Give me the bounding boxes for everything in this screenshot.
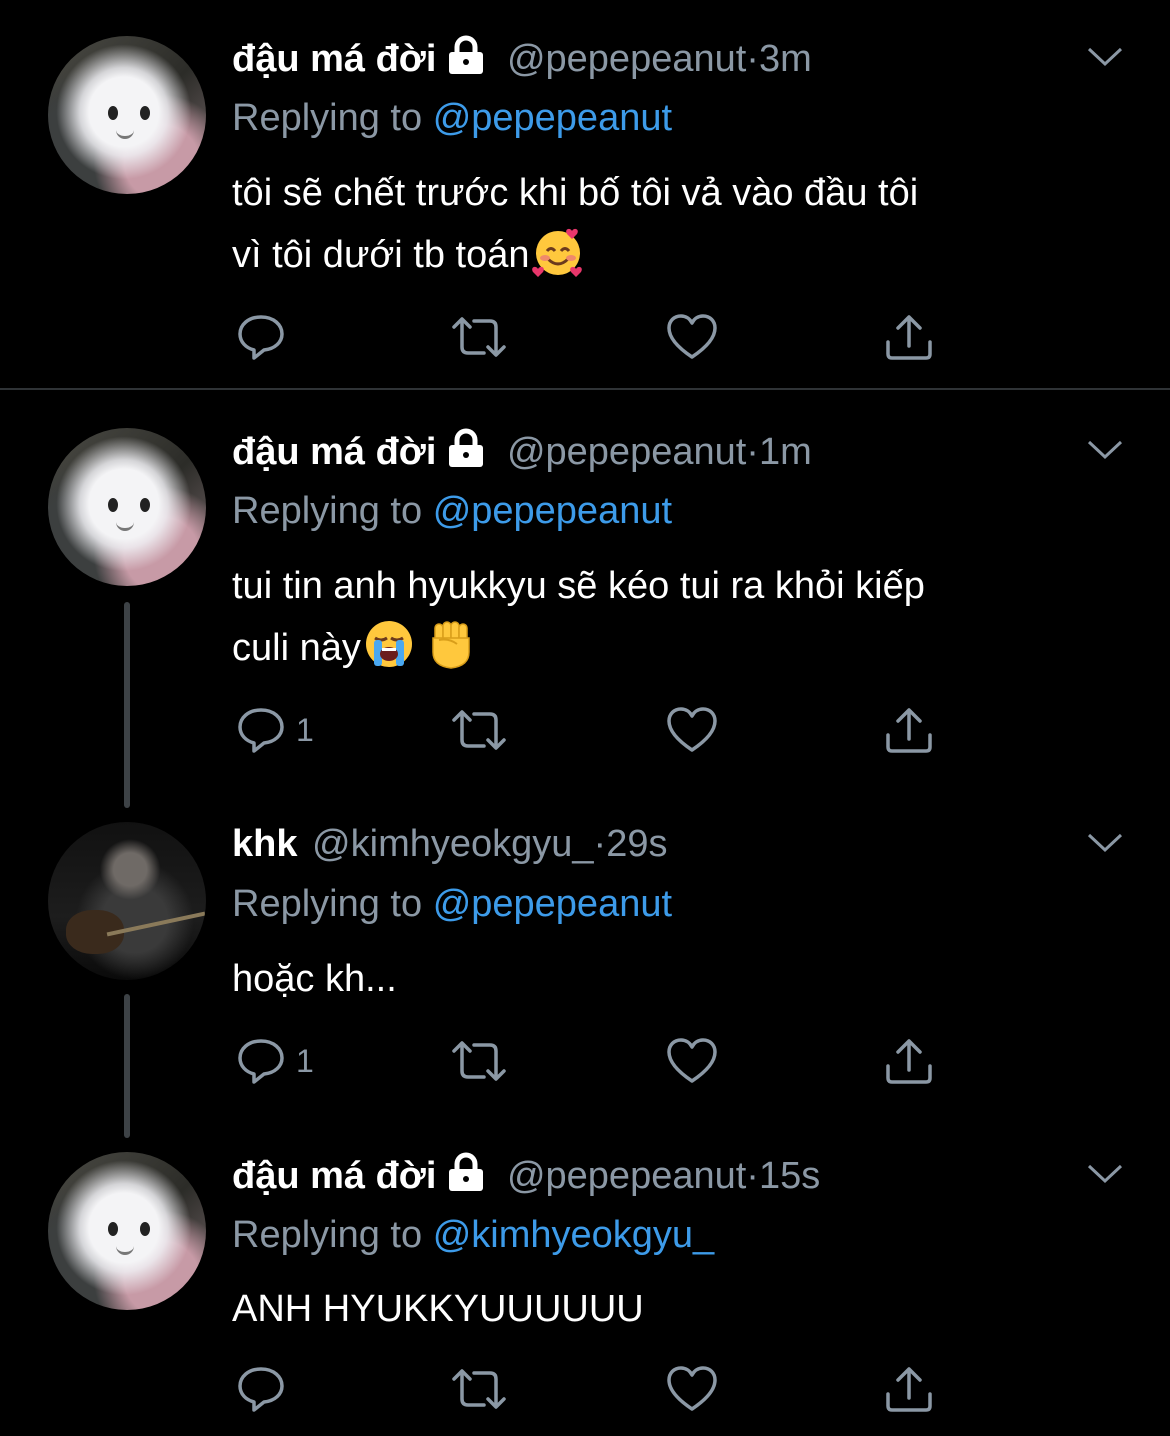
replying-to-label: Replying to	[232, 1214, 423, 1256]
tweet-text: ANH HYUKKYUUUUUU	[232, 1278, 1132, 1340]
replying-to-mention[interactable]: @pepepeanut	[433, 97, 672, 139]
reply-button[interactable]: 1	[236, 705, 314, 755]
smiling-face-with-hearts-emoji	[531, 225, 584, 277]
replying-to-label: Replying to	[232, 490, 423, 532]
like-button[interactable]	[666, 1036, 718, 1086]
retweet-icon	[450, 1037, 508, 1085]
replying-to-mention[interactable]: @pepepeanut	[433, 490, 672, 532]
lock-icon	[444, 428, 488, 479]
retweet-button[interactable]	[450, 705, 508, 755]
heart-icon	[666, 1365, 718, 1413]
user-handle[interactable]: @pepepeanut	[507, 431, 746, 473]
replying-to-label: Replying to	[232, 97, 423, 139]
tweet-header: đậu má đời @pepepeanut·15s	[232, 1152, 820, 1203]
share-icon	[884, 1364, 934, 1414]
tweet-actions	[236, 1364, 956, 1414]
separator-dot: ·	[746, 431, 759, 473]
share-icon	[884, 705, 934, 755]
tweet-text-line: culi này	[232, 627, 361, 669]
replying-to-mention[interactable]: @kimhyeokgyu_	[433, 1214, 714, 1256]
tweet-text: hoặc kh...	[232, 948, 1132, 1010]
reply-icon	[236, 313, 286, 361]
separator-dot: ·	[593, 823, 607, 865]
tweet-actions: 1	[236, 1036, 956, 1086]
tweet-text: tôi sẽ chết trước khi bố tôi vả vào đầu …	[232, 162, 1132, 286]
avatar[interactable]	[48, 822, 206, 980]
tweet-divider	[0, 388, 1170, 390]
separator-dot: ·	[746, 38, 759, 80]
user-handle[interactable]: @kimhyeokgyu_	[312, 823, 593, 865]
reply-count: 1	[296, 1042, 314, 1079]
tweet-header: đậu má đời @pepepeanut·1m	[232, 428, 812, 479]
thread-line	[124, 994, 130, 1138]
like-button[interactable]	[666, 312, 718, 362]
reply-icon	[236, 706, 286, 754]
replying-to: Replying to @kimhyeokgyu_	[232, 1212, 714, 1258]
chevron-down-icon[interactable]	[1086, 832, 1124, 858]
retweet-icon	[450, 313, 508, 361]
share-button[interactable]	[884, 312, 934, 362]
chevron-down-icon[interactable]	[1086, 46, 1124, 72]
retweet-icon	[450, 706, 508, 754]
lock-icon	[444, 35, 488, 86]
avatar[interactable]	[48, 1152, 206, 1310]
reply-button[interactable]	[236, 1364, 296, 1414]
retweet-button[interactable]	[450, 1036, 508, 1086]
timestamp[interactable]: 15s	[759, 1155, 820, 1197]
tweet-text: tui tin anh hyukkyu sẽ kéo tui ra khỏi k…	[232, 555, 1132, 679]
raised-fist-emoji	[425, 618, 477, 670]
like-button[interactable]	[666, 705, 718, 755]
replying-to-label: Replying to	[232, 883, 423, 925]
display-name[interactable]: khk	[232, 823, 297, 865]
display-name[interactable]: đậu má đời	[232, 431, 436, 473]
heart-icon	[666, 706, 718, 754]
display-name[interactable]: đậu má đời	[232, 38, 436, 80]
display-name[interactable]: đậu má đời	[232, 1155, 436, 1197]
like-button[interactable]	[666, 1364, 718, 1414]
reply-count: 1	[296, 711, 314, 748]
timestamp[interactable]: 1m	[759, 431, 812, 473]
retweet-button[interactable]	[450, 1364, 508, 1414]
chevron-down-icon[interactable]	[1086, 439, 1124, 465]
replying-to: Replying to @pepepeanut	[232, 488, 672, 534]
heart-icon	[666, 313, 718, 361]
retweet-button[interactable]	[450, 312, 508, 362]
thread-line	[124, 602, 130, 808]
tweet-text-line: hoặc kh...	[232, 958, 397, 1000]
reply-icon	[236, 1037, 286, 1085]
chevron-down-icon[interactable]	[1086, 1163, 1124, 1189]
reply-icon	[236, 1365, 286, 1413]
tweet-text-line: tui tin anh hyukkyu sẽ kéo tui ra khỏi k…	[232, 565, 925, 607]
reply-button[interactable]: 1	[236, 1036, 314, 1086]
replying-to: Replying to @pepepeanut	[232, 95, 672, 141]
user-handle[interactable]: @pepepeanut	[507, 1155, 746, 1197]
tweet-header: khk @kimhyeokgyu_·29s	[232, 821, 667, 867]
timestamp[interactable]: 29s	[606, 823, 667, 865]
heart-icon	[666, 1037, 718, 1085]
tweet-actions: 1	[236, 705, 956, 755]
lock-icon	[444, 1152, 488, 1203]
avatar[interactable]	[48, 428, 206, 586]
share-button[interactable]	[884, 1364, 934, 1414]
user-handle[interactable]: @pepepeanut	[507, 38, 746, 80]
replying-to: Replying to @pepepeanut	[232, 881, 672, 927]
retweet-icon	[450, 1365, 508, 1413]
tweet-text-line: vì tôi dưới tb toán	[232, 234, 530, 276]
share-icon	[884, 312, 934, 362]
tweet-header: đậu má đời @pepepeanut·3m	[232, 35, 812, 86]
reply-button[interactable]	[236, 312, 296, 362]
timestamp[interactable]: 3m	[759, 38, 812, 80]
share-icon	[884, 1036, 934, 1086]
tweet-text-line: ANH HYUKKYUUUUUU	[232, 1288, 644, 1330]
avatar[interactable]	[48, 36, 206, 194]
share-button[interactable]	[884, 1036, 934, 1086]
replying-to-mention[interactable]: @pepepeanut	[433, 883, 672, 925]
loudly-crying-face-emoji	[363, 618, 415, 670]
share-button[interactable]	[884, 705, 934, 755]
separator-dot: ·	[746, 1155, 759, 1197]
tweet-text-line: tôi sẽ chết trước khi bố tôi vả vào đầu …	[232, 172, 919, 214]
tweet-actions	[236, 312, 956, 362]
